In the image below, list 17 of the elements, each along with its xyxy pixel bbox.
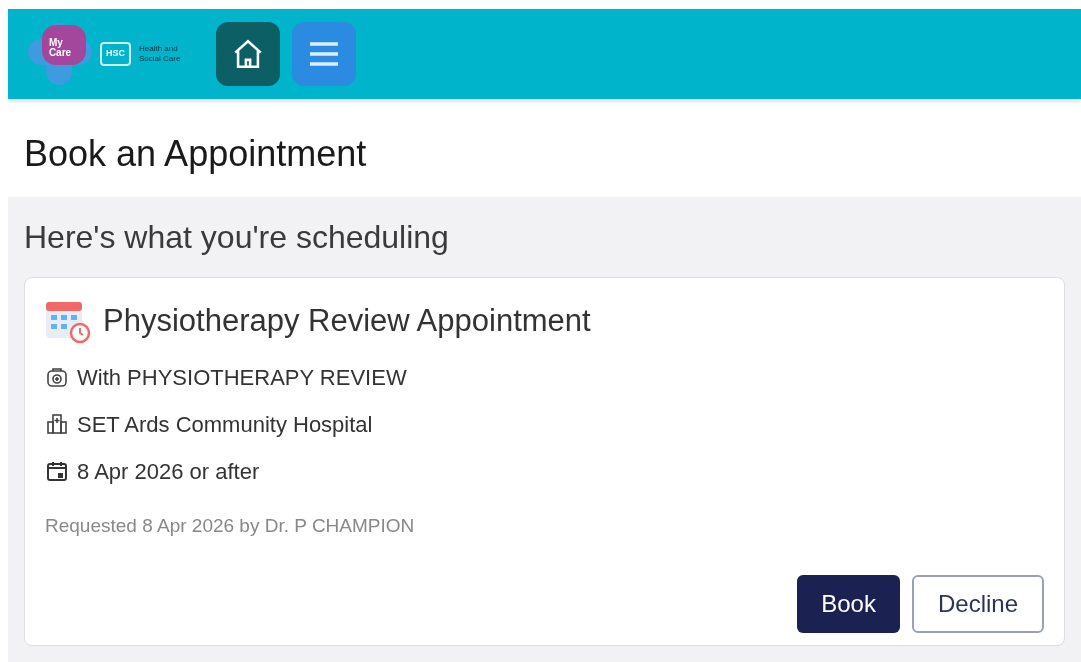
section-title: Here's what you're scheduling (24, 218, 450, 257)
decline-button[interactable]: Decline (911, 575, 1044, 633)
calendar-icon (45, 459, 69, 483)
detail-text: 8 Apr 2026 or after (77, 457, 260, 486)
appointment-title: Physiotherapy Review Appointment (103, 302, 591, 340)
menu-icon (308, 41, 341, 67)
hospital-icon (45, 412, 69, 436)
logo-text: My Care (48, 38, 72, 58)
page-title: Book an Appointment (24, 132, 367, 176)
detail-text: With PHYSIOTHERAPY REVIEW (77, 363, 407, 392)
book-button[interactable]: Book (797, 575, 900, 633)
logo-text: Health and Social Care (139, 44, 181, 64)
home-button[interactable] (216, 22, 281, 86)
detail-text: SET Ards Community Hospital (77, 410, 373, 439)
requested-text: Requested 8 Apr 2026 by Dr. P CHAMPION (45, 513, 416, 538)
hsc-logo: HSC (100, 42, 131, 66)
menu-button[interactable] (292, 22, 357, 86)
